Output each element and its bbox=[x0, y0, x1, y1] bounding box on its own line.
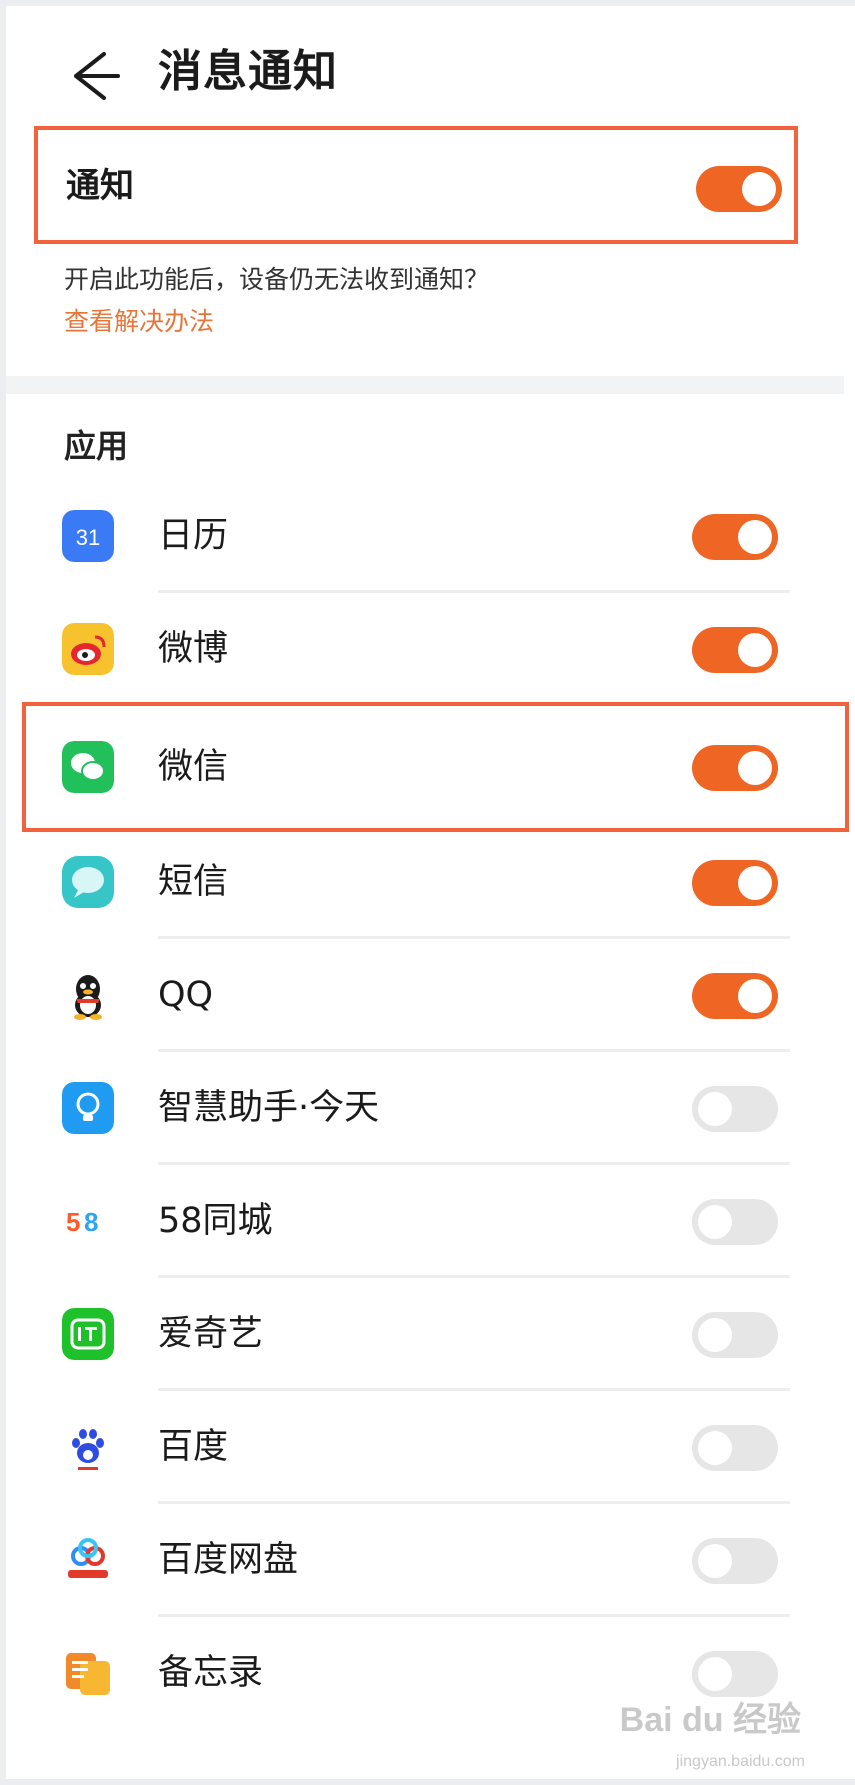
app-toggle[interactable] bbox=[692, 514, 778, 560]
app-row-calendar[interactable]: 31 日历 bbox=[0, 480, 855, 593]
sms-icon bbox=[62, 856, 114, 908]
app-name: QQ bbox=[158, 975, 214, 1015]
baidu-paw-icon bbox=[72, 1429, 104, 1470]
toggle-knob bbox=[738, 866, 772, 900]
toggle-knob bbox=[698, 1092, 732, 1126]
master-notification-toggle[interactable] bbox=[696, 166, 782, 212]
toggle-knob bbox=[738, 633, 772, 667]
weibo-icon bbox=[62, 623, 114, 675]
app-toggle[interactable] bbox=[692, 1199, 778, 1245]
app-toggle[interactable] bbox=[692, 1086, 778, 1132]
wechat-highlight-box bbox=[22, 702, 849, 832]
hint-text: 开启此功能后，设备仍无法收到通知？ bbox=[64, 265, 490, 294]
58-logo-icon: 5 8 bbox=[66, 1207, 98, 1237]
section-title-apps: 应用 bbox=[64, 427, 129, 465]
app-name: 百度网盘 bbox=[158, 1540, 299, 1580]
app-toggle[interactable] bbox=[692, 860, 778, 906]
iqiyi-icon bbox=[62, 1308, 114, 1360]
notes-icon bbox=[66, 1653, 110, 1695]
app-row-58[interactable]: 5 8 58同城 bbox=[0, 1165, 855, 1278]
app-toggle[interactable] bbox=[692, 1425, 778, 1471]
app-name: 备忘录 bbox=[158, 1653, 264, 1693]
app-name: 短信 bbox=[158, 862, 229, 902]
svg-text:8: 8 bbox=[84, 1207, 98, 1237]
toggle-knob bbox=[698, 1544, 732, 1578]
calendar-icon: 31 bbox=[62, 510, 114, 562]
app-name: 微博 bbox=[158, 629, 229, 669]
app-name: 智慧助手·今天 bbox=[158, 1088, 380, 1128]
svg-text:31: 31 bbox=[76, 525, 100, 550]
section-divider bbox=[6, 376, 844, 394]
app-toggle[interactable] bbox=[692, 1651, 778, 1697]
toggle-knob bbox=[698, 1205, 732, 1239]
svg-text:5: 5 bbox=[66, 1207, 80, 1237]
app-toggle[interactable] bbox=[692, 1538, 778, 1584]
app-name: 百度 bbox=[158, 1427, 229, 1467]
app-toggle[interactable] bbox=[692, 1312, 778, 1358]
smart-assistant-icon bbox=[62, 1082, 114, 1134]
toggle-knob bbox=[738, 979, 772, 1013]
app-toggle[interactable] bbox=[692, 973, 778, 1019]
toggle-knob bbox=[698, 1431, 732, 1465]
page-title: 消息通知 bbox=[158, 46, 338, 97]
app-row-iqiyi[interactable]: 爱奇艺 bbox=[0, 1278, 855, 1391]
master-notification-label: 通知 bbox=[66, 166, 134, 206]
app-row-qq[interactable]: QQ bbox=[0, 939, 855, 1052]
toggle-knob bbox=[738, 520, 772, 554]
header: 消息通知 bbox=[0, 30, 855, 122]
app-row-baidu-netdisk[interactable]: 百度网盘 bbox=[0, 1504, 855, 1617]
app-toggle[interactable] bbox=[692, 627, 778, 673]
app-name: 日历 bbox=[158, 516, 229, 556]
master-notification-row[interactable]: 通知 bbox=[34, 126, 798, 244]
toggle-knob bbox=[742, 172, 776, 206]
app-row-sms[interactable]: 短信 bbox=[0, 826, 855, 939]
app-row-smart-assistant[interactable]: 智慧助手·今天 bbox=[0, 1052, 855, 1165]
baidu-netdisk-icon bbox=[68, 1538, 108, 1578]
toggle-knob bbox=[698, 1318, 732, 1352]
watermark: Bai du 经验 bbox=[619, 1701, 801, 1739]
watermark-url: jingyan.baidu.com bbox=[676, 1753, 805, 1770]
qq-penguin-icon bbox=[74, 975, 102, 1020]
app-name: 爱奇艺 bbox=[158, 1314, 264, 1354]
toggle-knob bbox=[698, 1657, 732, 1691]
app-row-baidu[interactable]: 百度 bbox=[0, 1391, 855, 1504]
app-name: 58同城 bbox=[158, 1201, 273, 1241]
solution-link[interactable]: 查看解决办法 bbox=[64, 304, 214, 340]
back-arrow-icon[interactable] bbox=[62, 46, 124, 106]
app-row-weibo[interactable]: 微博 bbox=[0, 593, 855, 706]
